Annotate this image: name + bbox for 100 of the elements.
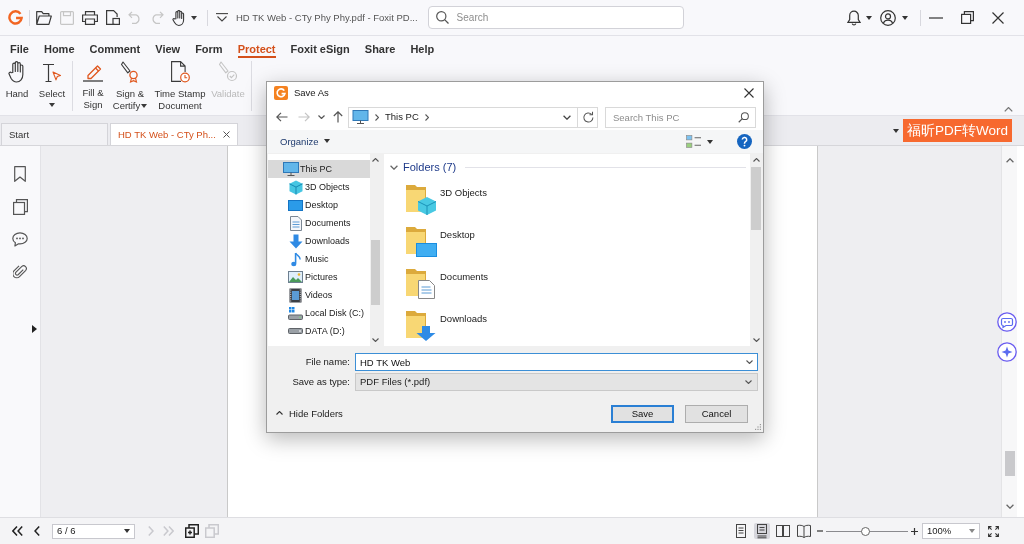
document-tab[interactable]: Start — [1, 123, 108, 145]
chevron-down-icon[interactable] — [752, 338, 760, 342]
document-icon[interactable] — [106, 10, 120, 25]
menu-tab[interactable]: Home — [43, 41, 75, 58]
organize-button[interactable]: Organize — [280, 135, 330, 148]
caret-icon[interactable] — [866, 15, 872, 20]
caret-icon[interactable] — [893, 128, 899, 133]
fullscreen-icon[interactable] — [988, 525, 999, 537]
fill-sign-button[interactable]: Fill & Sign — [79, 61, 107, 111]
chevron-up-icon[interactable] — [1005, 158, 1014, 163]
double-chevron-left-icon[interactable] — [12, 526, 23, 536]
scrollbar-thumb[interactable] — [371, 240, 380, 305]
tree-item[interactable]: Desktop — [268, 196, 370, 214]
expand-arrow-icon[interactable] — [32, 325, 37, 333]
page-field[interactable]: 6 / 6 — [52, 523, 135, 539]
select-button[interactable]: Select — [37, 61, 67, 111]
section-heading[interactable]: Folders (7) — [403, 161, 457, 175]
pages-icon[interactable] — [12, 199, 28, 215]
tree-item[interactable]: Pictures — [268, 268, 370, 286]
logo-icon[interactable] — [8, 10, 23, 25]
close-icon[interactable] — [992, 11, 1004, 24]
scrollbar-thumb[interactable] — [751, 167, 761, 230]
close-icon[interactable] — [222, 131, 230, 138]
hide-folders-button[interactable]: Hide Folders — [276, 407, 343, 420]
dialog-button[interactable]: Save — [611, 404, 674, 423]
caret-icon[interactable] — [902, 15, 908, 20]
menu-tab[interactable]: Share — [364, 41, 396, 58]
folder-item[interactable]: Documents — [405, 267, 489, 310]
tree-item[interactable]: This PC — [268, 160, 370, 178]
pages-icon[interactable] — [185, 524, 199, 538]
caret-icon[interactable] — [707, 139, 713, 144]
tree-item[interactable]: Local Disk (C:) — [268, 304, 370, 322]
details-view-icon[interactable] — [686, 135, 701, 148]
menu-tab[interactable]: View — [155, 41, 181, 58]
file-type-dropdown[interactable]: PDF Files (*.pdf) — [355, 373, 758, 391]
book-icon[interactable] — [796, 523, 812, 539]
bookmark-icon[interactable] — [14, 166, 26, 182]
menu-tab[interactable]: Foxit eSign — [290, 41, 350, 58]
hand-button[interactable]: Hand — [5, 61, 29, 111]
folder-item[interactable]: Downloads — [405, 309, 487, 352]
caret-icon[interactable] — [191, 15, 197, 20]
single-page-icon[interactable] — [733, 523, 749, 539]
slider-thumb[interactable] — [860, 526, 870, 536]
collapse-icon[interactable] — [1004, 107, 1013, 112]
caret-icon[interactable] — [49, 103, 55, 107]
tree-item[interactable]: DATA (D:) — [268, 322, 370, 340]
chevron-down-icon[interactable] — [390, 165, 398, 171]
close-icon[interactable] — [744, 88, 754, 98]
folder-item[interactable]: Desktop — [405, 225, 475, 268]
comment-icon[interactable] — [12, 232, 28, 247]
file-name-field[interactable]: HD TK Web — [355, 353, 758, 371]
chevron-up-icon[interactable] — [372, 158, 379, 162]
scrollbar-thumb[interactable] — [1004, 451, 1015, 476]
menu-tab[interactable]: Form — [195, 41, 223, 58]
help-icon[interactable] — [737, 134, 752, 149]
caret-icon[interactable] — [323, 139, 330, 144]
chevron-down-icon[interactable] — [318, 115, 325, 119]
folder-icon[interactable] — [36, 10, 52, 25]
continuous-page-icon[interactable] — [754, 523, 770, 539]
caret-icon[interactable] — [124, 529, 130, 533]
dialog-button[interactable]: Cancel — [685, 404, 748, 423]
hand-icon[interactable] — [172, 9, 187, 26]
menu-tab[interactable]: File — [10, 41, 29, 58]
plus-icon[interactable] — [911, 527, 918, 535]
search-field[interactable]: Search This PC — [605, 106, 756, 128]
breadcrumb-item[interactable]: This PC — [385, 111, 419, 123]
restore-icon[interactable] — [961, 11, 974, 24]
chevron-icon[interactable] — [216, 13, 228, 22]
chevron-down-icon[interactable] — [372, 338, 379, 342]
time-stamp-button[interactable]: Time Stamp Document — [153, 61, 207, 111]
address-bar[interactable]: This PC — [348, 106, 579, 128]
chevron-down-icon[interactable] — [563, 114, 572, 120]
zoom-field[interactable]: 100% — [922, 523, 980, 539]
resize-grip-icon[interactable] — [755, 424, 761, 430]
chevron-right-icon[interactable] — [424, 113, 429, 121]
chevron-right-icon[interactable] — [375, 113, 379, 121]
printer-icon[interactable] — [82, 10, 98, 25]
bell-icon[interactable] — [847, 9, 861, 26]
chevron-left-icon[interactable] — [34, 526, 40, 536]
chevron-down-icon[interactable] — [1005, 504, 1014, 509]
arrow-up-icon[interactable] — [333, 111, 343, 123]
chevron-down-icon[interactable] — [745, 380, 752, 384]
user-icon[interactable] — [880, 9, 896, 26]
menu-tab[interactable]: Help — [410, 41, 435, 58]
chat-icon[interactable] — [997, 312, 1017, 332]
tree-item[interactable]: Videos — [268, 286, 370, 304]
tree-item[interactable]: 3D Objects — [268, 178, 370, 196]
document-tab[interactable]: HD TK Web - CTy Ph... — [110, 123, 238, 145]
tree-item[interactable]: Downloads — [268, 232, 370, 250]
refresh-button[interactable] — [578, 106, 598, 128]
chevron-down-icon[interactable] — [746, 360, 753, 364]
menu-tab[interactable]: Comment — [89, 41, 141, 58]
tree-item[interactable]: Music — [268, 250, 370, 268]
sparkle-icon[interactable] — [997, 342, 1017, 362]
tree-item[interactable]: Documents — [268, 214, 370, 232]
sign-certify-button[interactable]: Sign & Certify — [110, 61, 150, 111]
folder-item[interactable]: 3D Objects — [405, 183, 487, 226]
arrow-left-icon[interactable] — [276, 112, 288, 122]
chevron-up-icon[interactable] — [276, 411, 283, 416]
caret-icon[interactable] — [141, 104, 148, 109]
